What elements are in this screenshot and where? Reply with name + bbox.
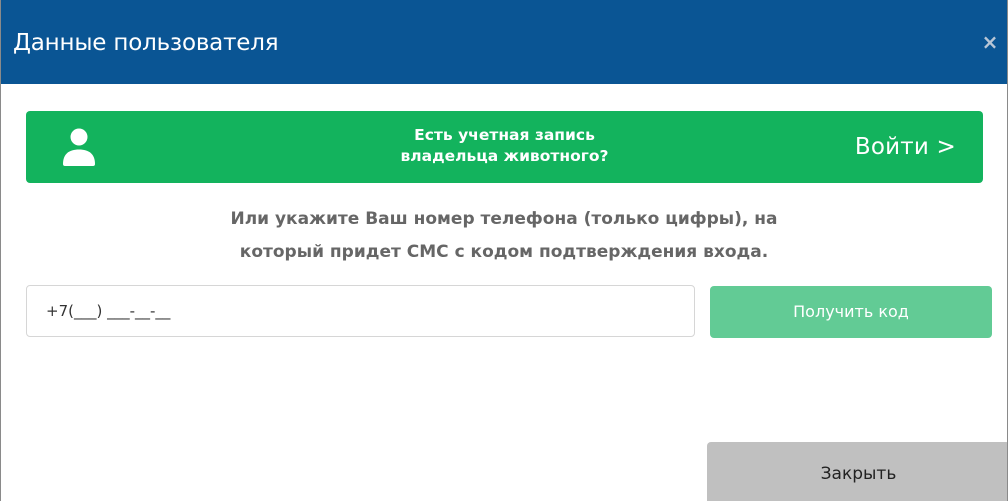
close-button[interactable]: Закрыть (707, 442, 1007, 501)
close-button-label: Закрыть (820, 464, 897, 484)
close-icon[interactable]: × (980, 31, 1000, 53)
owner-login-banner[interactable]: Есть учетная запись владельца животного?… (26, 111, 983, 183)
banner-text-line-2: владельца животного? (400, 147, 609, 165)
phone-input[interactable] (26, 285, 695, 337)
banner-text-line-1: Есть учетная запись (414, 126, 595, 144)
login-link[interactable]: Войти > (855, 133, 956, 161)
instruction-line-1: Или укажите Ваш номер телефона (только ц… (230, 209, 778, 229)
phone-instruction: Или укажите Ваш номер телефона (только ц… (1, 203, 1007, 269)
owner-account-question: Есть учетная запись владельца животного? (26, 125, 983, 167)
instruction-line-2: который придет СМС с кодом подтверждения… (239, 242, 769, 262)
get-code-button[interactable]: Получить код (710, 286, 992, 338)
user-data-dialog: Данные пользователя × Есть учетная запис… (0, 0, 1008, 501)
dialog-title: Данные пользователя (13, 30, 279, 56)
dialog-header: Данные пользователя × (1, 0, 1007, 84)
